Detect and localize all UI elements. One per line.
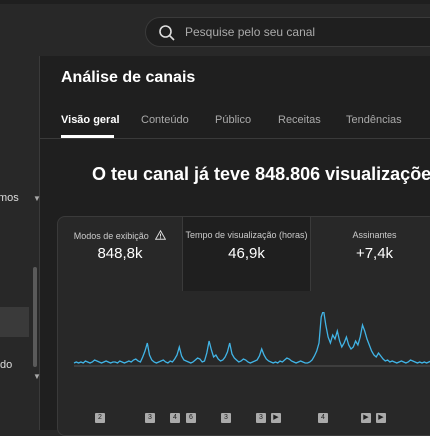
tab-revenue[interactable]: Receitas (278, 114, 321, 126)
top-bar: Pesquise pelo seu canal (0, 0, 430, 56)
metric-label: Assinantes (352, 230, 397, 240)
metric-views[interactable]: Modos de exibição 848,8k (58, 217, 183, 291)
release-marker[interactable]: 4 (318, 413, 328, 423)
sidebar-item-label[interactable]: do (0, 359, 12, 371)
release-marker[interactable]: 3 (221, 413, 231, 423)
metric-watch-time[interactable]: Tempo de visualização (horas) 46,9k (183, 217, 311, 291)
metric-value: 848,8k (97, 245, 143, 262)
release-marker[interactable]: ▶ (376, 413, 386, 423)
channel-headline: O teu canal já teve 848.806 visualizaçõe (92, 164, 430, 184)
overview-card: Modos de exibição 848,8k Tempo de visual… (57, 216, 430, 436)
release-marker[interactable]: ▶ (271, 413, 281, 423)
release-marker[interactable]: 3 (256, 413, 266, 423)
sidebar-item-label[interactable]: mos (0, 192, 19, 204)
release-marker[interactable]: 3 (145, 413, 155, 423)
release-marker[interactable]: ▶ (361, 413, 371, 423)
search-icon[interactable] (158, 24, 176, 42)
metric-value: 46,9k (228, 245, 265, 262)
views-line-chart (73, 312, 430, 367)
sidebar-scrollbar[interactable] (33, 267, 37, 367)
metric-label-wrap: Modos de exibição (58, 229, 182, 241)
search-input[interactable]: Pesquise pelo seu canal (185, 25, 315, 39)
release-marker[interactable]: 4 (170, 413, 180, 423)
release-marker[interactable]: 6 (186, 413, 196, 423)
page-title: Análise de canais (61, 69, 196, 86)
sidebar: mos ▼ do ▼ (0, 56, 41, 430)
metric-label: Modos de exibição (73, 231, 149, 241)
tab-overview[interactable]: Visão geral (61, 114, 120, 126)
metric-value: +7,4k (355, 245, 394, 262)
warning-icon[interactable] (155, 229, 167, 240)
sidebar-item-selected[interactable] (0, 307, 29, 337)
main-content: Análise de canais Visão geral Conteúdo P… (40, 56, 430, 436)
metric-subscribers[interactable]: Assinantes +7,4k (311, 217, 430, 291)
tab-content[interactable]: Conteúdo (141, 114, 189, 126)
search-box[interactable]: Pesquise pelo seu canal (145, 17, 430, 47)
tab-trends[interactable]: Tendências (346, 114, 402, 126)
views-series-line (73, 312, 430, 364)
metric-label: Tempo de visualização (horas) (185, 230, 308, 240)
release-marker[interactable]: 2 (95, 413, 105, 423)
tab-audience[interactable]: Público (215, 114, 251, 126)
divider (40, 138, 430, 139)
